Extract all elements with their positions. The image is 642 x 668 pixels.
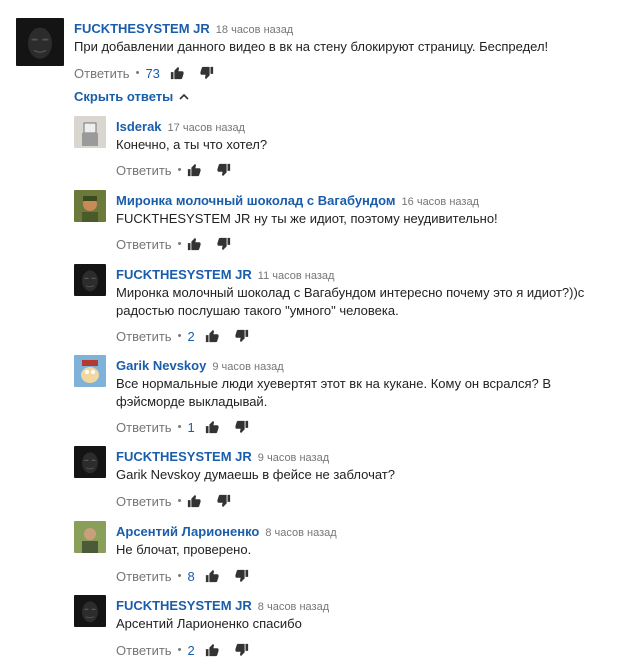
avatar[interactable] <box>16 18 64 66</box>
thumbs-up-icon[interactable] <box>187 163 201 177</box>
avatar[interactable] <box>74 116 106 148</box>
separator: • <box>177 570 182 582</box>
comment-text: Арсентий Ларионенко спасибо <box>116 616 302 631</box>
separator: • <box>135 67 140 79</box>
thumbs-up-icon[interactable] <box>205 643 219 657</box>
anonymous-mask-icon <box>74 264 106 296</box>
comment-actions: Ответить • <box>116 492 247 510</box>
hide-replies-toggle[interactable]: Скрыть ответы <box>74 89 189 104</box>
like-count: 73 <box>145 65 160 81</box>
comment-text: Не блочат, проверено. <box>116 542 252 557</box>
thumbs-down-icon[interactable] <box>235 420 249 434</box>
thumbs-down-icon[interactable] <box>235 329 249 343</box>
anonymous-mask-icon <box>74 446 106 478</box>
comment-actions: Ответить • 8 <box>116 567 265 585</box>
thumbs-up-icon[interactable] <box>187 494 201 508</box>
separator: • <box>177 238 182 250</box>
anonymous-mask-icon <box>16 18 64 66</box>
author-name[interactable]: FUCKTHESYSTEM JR <box>74 21 210 36</box>
comment-text: FUCKTHESYSTEM JR ну ты же идиот, поэтому… <box>116 211 498 226</box>
separator: • <box>177 644 182 656</box>
author-name[interactable]: Garik Nevskoy <box>116 358 206 373</box>
comment-actions: Ответить • 73 <box>74 64 230 82</box>
reply-button[interactable]: Ответить <box>116 569 172 584</box>
author-name[interactable]: FUCKTHESYSTEM JR <box>116 449 252 464</box>
thumbs-up-icon[interactable] <box>205 329 219 343</box>
timestamp[interactable]: 9 часов назад <box>258 452 329 464</box>
thumbs-down-icon[interactable] <box>235 643 249 657</box>
timestamp[interactable]: 11 часов назад <box>258 270 335 282</box>
comment-actions: Ответить • <box>116 235 247 253</box>
thumbs-down-icon[interactable] <box>217 163 231 177</box>
reply-button[interactable]: Ответить <box>116 420 172 435</box>
reply-button[interactable]: Ответить <box>116 237 172 252</box>
avatar[interactable] <box>74 355 106 387</box>
comment-actions: Ответить • 2 <box>116 641 265 659</box>
avatar[interactable] <box>74 264 106 296</box>
thumbs-down-icon[interactable] <box>217 237 231 251</box>
comment-actions: Ответить • 2 <box>116 327 265 345</box>
author-name[interactable]: Миронка молочный шоколад с Вагабундом <box>116 193 396 208</box>
reply-button[interactable]: Ответить <box>116 163 172 178</box>
robot-avatar-icon <box>74 116 106 148</box>
anonymous-mask-icon <box>74 595 106 627</box>
separator: • <box>177 164 182 176</box>
thumbs-down-icon[interactable] <box>200 66 214 80</box>
thumbs-up-icon[interactable] <box>170 66 184 80</box>
avatar[interactable] <box>74 595 106 627</box>
cartoon-avatar-icon <box>74 355 106 387</box>
comment-actions: Ответить • <box>116 161 247 179</box>
avatar[interactable] <box>74 190 106 222</box>
chevron-up-icon <box>179 92 189 102</box>
comment-text: Конечно, а ты что хотел? <box>116 137 268 152</box>
reply-button[interactable]: Ответить <box>116 643 172 658</box>
author-name[interactable]: FUCKTHESYSTEM JR <box>116 598 252 613</box>
comment-text: При добавлении данного видео в вк на сте… <box>74 39 549 54</box>
timestamp[interactable]: 16 часов назад <box>402 196 479 208</box>
reply-button[interactable]: Ответить <box>116 329 172 344</box>
timestamp[interactable]: 8 часов назад <box>265 527 336 539</box>
comment-text: Миронка молочный шоколад с Вагабундом ин… <box>116 285 585 318</box>
comment-text: Garik Nevskoy думаешь в фейсе не заблоча… <box>116 467 395 482</box>
avatar[interactable] <box>74 446 106 478</box>
separator: • <box>177 421 182 433</box>
thumbs-up-icon[interactable] <box>205 420 219 434</box>
hide-replies-label: Скрыть ответы <box>74 89 174 104</box>
like-count: 2 <box>187 642 195 658</box>
person-photo-avatar-icon <box>74 521 106 553</box>
reply-button[interactable]: Ответить <box>116 494 172 509</box>
comment-actions: Ответить • 1 <box>116 418 265 436</box>
comment-text: Все нормальные люди хуевертят этот вк на… <box>116 376 552 409</box>
soldier-avatar-icon <box>74 190 106 222</box>
author-name[interactable]: Isderak <box>116 119 162 134</box>
author-name[interactable]: FUCKTHESYSTEM JR <box>116 267 252 282</box>
like-count: 1 <box>187 419 195 435</box>
avatar[interactable] <box>74 521 106 553</box>
thumbs-up-icon[interactable] <box>187 237 201 251</box>
thumbs-down-icon[interactable] <box>235 569 249 583</box>
timestamp[interactable]: 17 часов назад <box>168 122 245 134</box>
thumbs-up-icon[interactable] <box>205 569 219 583</box>
timestamp[interactable]: 18 часов назад <box>216 24 293 36</box>
thumbs-down-icon[interactable] <box>217 494 231 508</box>
like-count: 8 <box>187 568 195 584</box>
separator: • <box>177 495 182 507</box>
separator: • <box>177 330 182 342</box>
like-count: 2 <box>187 328 195 344</box>
timestamp[interactable]: 8 часов назад <box>258 601 329 613</box>
author-name[interactable]: Арсентий Ларионенко <box>116 524 259 539</box>
timestamp[interactable]: 9 часов назад <box>212 361 283 373</box>
reply-button[interactable]: Ответить <box>74 66 130 81</box>
